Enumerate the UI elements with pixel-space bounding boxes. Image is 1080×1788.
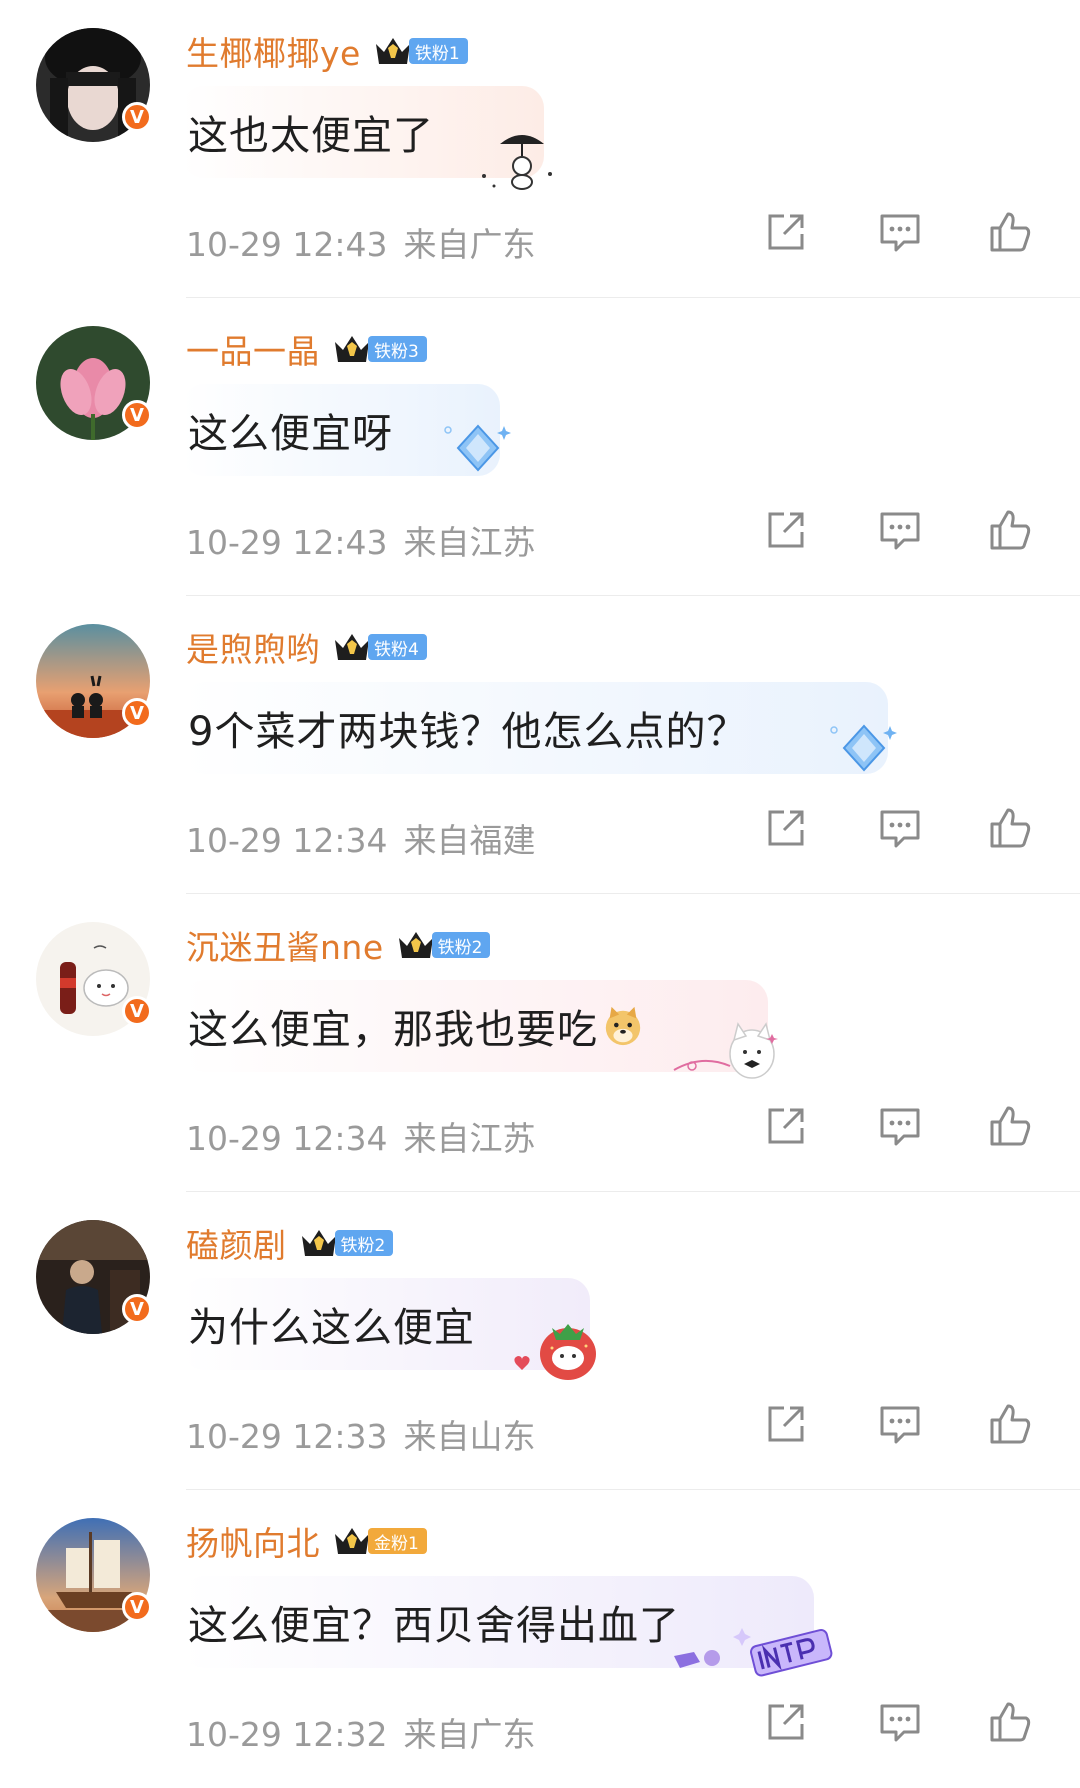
verified-v-icon: V bbox=[122, 102, 152, 132]
crown-icon bbox=[398, 932, 433, 958]
comment-text: 这么便宜呀 bbox=[188, 411, 393, 457]
umbrella-doll-sticker bbox=[482, 135, 552, 190]
comment-meta: 10-29 12:34 来自福建 bbox=[186, 814, 535, 862]
doge-emoji bbox=[605, 1006, 641, 1046]
comment-meta: 10-29 12:34 来自江苏 bbox=[186, 1112, 535, 1160]
comment-list: V 生椰椰揶ye 铁粉1 这也太便宜了 10-29 12:43 来自广东 V 一… bbox=[0, 0, 1080, 1780]
comment-icon[interactable] bbox=[876, 1698, 924, 1746]
thumbs-up-icon[interactable] bbox=[986, 506, 1034, 554]
thumbs-up-icon[interactable] bbox=[986, 208, 1034, 256]
verified-v-icon: V bbox=[122, 996, 152, 1026]
timestamp: 10-29 12:43 bbox=[186, 225, 388, 264]
strawberry-sticker bbox=[514, 1324, 596, 1380]
avatar[interactable]: V bbox=[36, 326, 152, 440]
comment-bubble: 9个菜才两块钱？他怎么点的？ bbox=[182, 682, 888, 774]
comment-icon[interactable] bbox=[876, 1102, 924, 1150]
share-icon[interactable] bbox=[762, 1400, 810, 1448]
comment-text: 9个菜才两块钱？他怎么点的？ bbox=[188, 709, 748, 755]
username[interactable]: 扬帆向北 bbox=[186, 1517, 320, 1565]
share-icon[interactable] bbox=[762, 506, 810, 554]
comment-meta: 10-29 12:33 来自山东 bbox=[186, 1410, 535, 1458]
timestamp: 10-29 12:34 bbox=[186, 1119, 388, 1158]
crown-icon bbox=[335, 336, 369, 362]
crown-icon bbox=[375, 38, 410, 64]
username[interactable]: 磕颜剧 bbox=[186, 1219, 287, 1267]
fan-level-badge: 铁粉4 bbox=[368, 634, 427, 660]
avatar[interactable]: V bbox=[36, 1518, 152, 1632]
intp-sticker bbox=[674, 1628, 833, 1677]
timestamp: 10-29 12:34 bbox=[186, 821, 388, 860]
comment-meta: 10-29 12:32 来自广东 bbox=[186, 1708, 535, 1756]
crown-icon bbox=[335, 1528, 369, 1554]
thumbs-up-icon[interactable] bbox=[986, 1400, 1034, 1448]
thumbs-up-icon[interactable] bbox=[986, 1102, 1034, 1150]
fan-level-badge: 铁粉3 bbox=[368, 336, 427, 362]
location: 来自广东 bbox=[403, 1715, 536, 1754]
comment-item: V 生椰椰揶ye 铁粉1 这也太便宜了 10-29 12:43 来自广东 bbox=[0, 0, 1080, 298]
location: 来自福建 bbox=[403, 821, 536, 860]
location: 来自江苏 bbox=[403, 523, 536, 562]
verified-v-icon: V bbox=[122, 1294, 152, 1324]
comment-text: 这么便宜？西贝舍得出血了 bbox=[188, 1603, 680, 1649]
fan-level-badge: 铁粉1 bbox=[408, 38, 468, 64]
username[interactable]: 一品一晶 bbox=[186, 325, 320, 373]
comment-meta: 10-29 12:43 来自广东 bbox=[186, 218, 535, 266]
comment-text: 这也太便宜了 bbox=[188, 113, 434, 159]
share-icon[interactable] bbox=[762, 1698, 810, 1746]
verified-v-icon: V bbox=[122, 698, 152, 728]
avatar[interactable]: V bbox=[36, 922, 152, 1036]
avatar[interactable]: V bbox=[36, 1220, 152, 1334]
comment-item: V 扬帆向北 金粉1 这么便宜？西贝舍得出血了 10-29 12:32 来自广东 bbox=[0, 1490, 1080, 1788]
username[interactable]: 是煦煦哟 bbox=[186, 623, 320, 671]
share-icon[interactable] bbox=[762, 804, 810, 852]
fan-level-badge: 铁粉2 bbox=[431, 932, 491, 958]
crown-icon bbox=[301, 1230, 336, 1256]
share-icon[interactable] bbox=[762, 1102, 810, 1150]
username[interactable]: 生椰椰揶ye bbox=[186, 27, 361, 75]
comment-item: V 沉迷丑酱nne 铁粉2 这么便宜，那我也要吃 10-29 12:34 来自江… bbox=[0, 894, 1080, 1192]
avatar[interactable]: V bbox=[36, 28, 152, 142]
comment-item: V 一品一晶 铁粉3 这么便宜呀 10-29 12:43 来自江苏 bbox=[0, 298, 1080, 596]
fan-level-badge: 金粉1 bbox=[368, 1528, 427, 1554]
verified-v-icon: V bbox=[122, 1592, 152, 1622]
location: 来自江苏 bbox=[403, 1119, 536, 1158]
thumbs-up-icon[interactable] bbox=[986, 804, 1034, 852]
timestamp: 10-29 12:43 bbox=[186, 523, 388, 562]
timestamp: 10-29 12:33 bbox=[186, 1417, 388, 1456]
comment-meta: 10-29 12:43 来自江苏 bbox=[186, 516, 535, 564]
location: 来自山东 bbox=[403, 1417, 536, 1456]
share-icon[interactable] bbox=[762, 208, 810, 256]
comment-icon[interactable] bbox=[876, 1400, 924, 1448]
puppy-bow-sticker bbox=[673, 1022, 778, 1079]
comment-icon[interactable] bbox=[876, 506, 924, 554]
thumbs-up-icon[interactable] bbox=[986, 1698, 1034, 1746]
comment-icon[interactable] bbox=[876, 804, 924, 852]
avatar[interactable]: V bbox=[36, 624, 152, 738]
fan-level-badge: 铁粉2 bbox=[334, 1230, 394, 1256]
comment-item: V 是煦煦哟 铁粉4 9个菜才两块钱？他怎么点的？ 10-29 12:34 来自福… bbox=[0, 596, 1080, 894]
comment-icon[interactable] bbox=[876, 208, 924, 256]
crown-icon bbox=[335, 634, 369, 660]
comment-item: V 磕颜剧 铁粉2 为什么这么便宜 10-29 12:33 来自山东 bbox=[0, 1192, 1080, 1490]
location: 来自广东 bbox=[403, 225, 536, 264]
verified-v-icon: V bbox=[122, 400, 152, 430]
username[interactable]: 沉迷丑酱nne bbox=[186, 921, 384, 969]
comment-text: 这么便宜，那我也要吃 bbox=[188, 1007, 598, 1053]
blue-diamond-sticker bbox=[444, 424, 511, 472]
timestamp: 10-29 12:32 bbox=[186, 1715, 388, 1754]
comment-text: 为什么这么便宜 bbox=[188, 1305, 475, 1351]
blue-diamond-sticker bbox=[830, 724, 897, 772]
